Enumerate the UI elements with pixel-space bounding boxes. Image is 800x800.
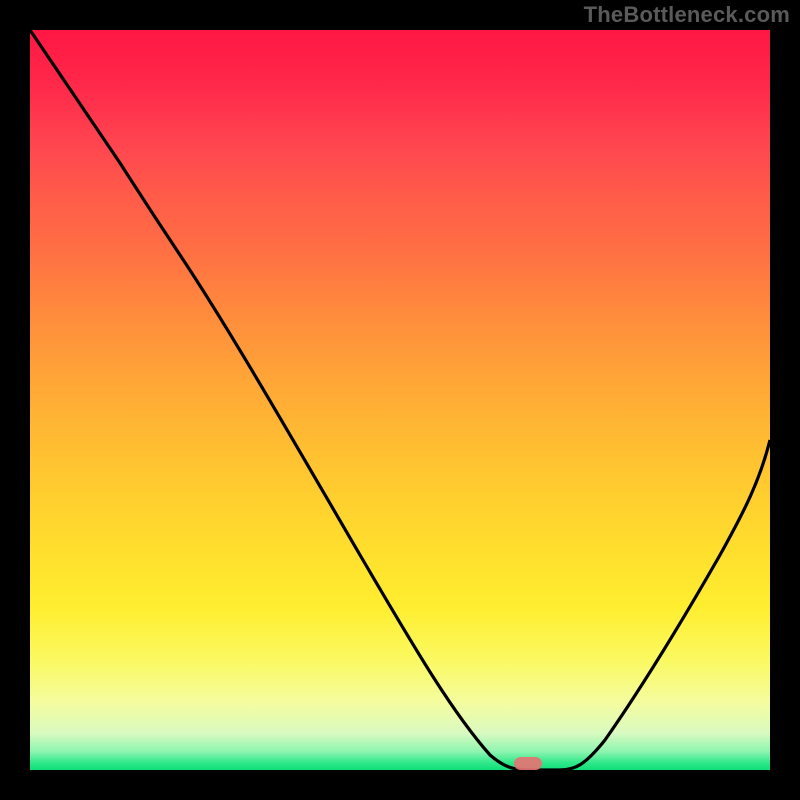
plot-area <box>30 30 770 770</box>
chart-container: TheBottleneck.com <box>0 0 800 800</box>
watermark-text: TheBottleneck.com <box>584 2 790 28</box>
curve-svg <box>30 30 770 770</box>
bottleneck-curve <box>30 30 770 770</box>
optimal-marker <box>514 757 542 770</box>
